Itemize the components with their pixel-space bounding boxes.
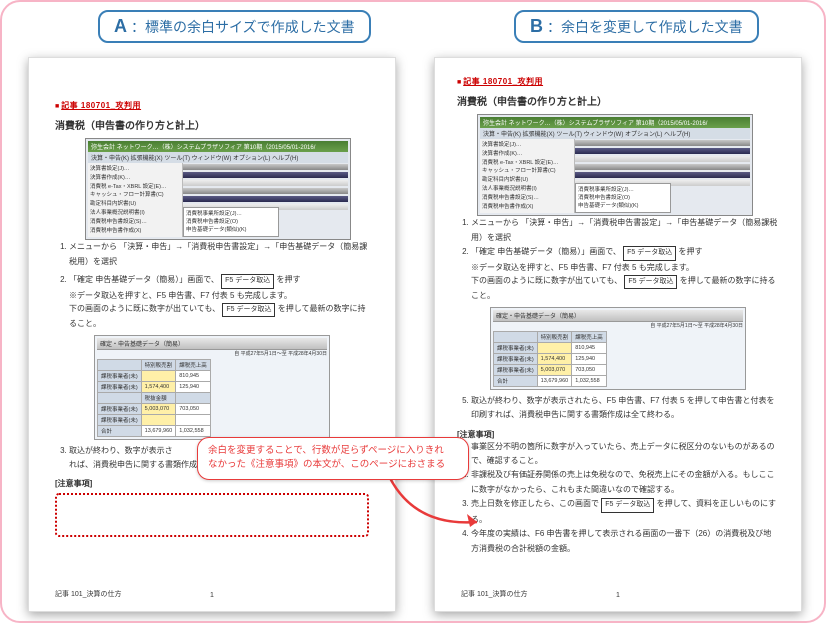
callout-line1: 余白を変更することで、行数が足らずページに入りきれ xyxy=(208,444,458,458)
footer-pagenum: 1 xyxy=(616,592,620,599)
menu-item: 消費税 e-Tax・XBRL 設定(E)… xyxy=(482,159,572,168)
app-submenu: 消費税事業所設定(J)… 消費税申告書設定(O) 申告基礎データ(類似)(K) xyxy=(575,183,671,214)
f5-key: F5 データ取込 xyxy=(623,246,676,261)
caution-4: 今年度の実績は、F6 申告書を押して表示される画面の一番下（26）の消費税及び地… xyxy=(471,527,779,556)
menu-item: キャッシュ・フロー計算書(C) xyxy=(90,191,180,200)
footer-left: 記事 101_決算の仕方 xyxy=(461,589,528,599)
label-b: B ：余白を変更して作成した文書 xyxy=(514,10,759,43)
menu-item: 消費税申告書設定(S)… xyxy=(90,218,180,227)
table-screenshot-b: 確定・申告基礎データ（簡易） 自 平成27年5月1日〜至 平成28年4月30日 … xyxy=(490,307,746,390)
step-5: 取込が終わり、数字が表示されたら、F5 申告書、F7 付表 5 を押して申告書と… xyxy=(471,394,779,423)
step-2: 「確定 申告基礎データ（簡易）」画面で、 F5 データ取込 を押す xyxy=(69,273,369,289)
footer-pagenum: 1 xyxy=(210,592,214,599)
note1: ※データ取込を押すと、F5 申告書、F7 付表 5 も完成します。 xyxy=(471,261,779,275)
f5-key: F5 データ取込 xyxy=(222,303,275,317)
app-right: 消費税事業所設定(J)… 消費税申告書設定(O) 申告基礎データ(類似)(K) xyxy=(183,163,348,237)
note2: 下の画面のように既に数字が出ていても、 F5 データ取込 を押して最新の数字に持… xyxy=(471,274,779,302)
step-1: メニューから 「決算・申告」→「消費税申告書設定」→「申告基礎データ（簡易課税用… xyxy=(69,240,369,269)
caution-empty-box xyxy=(55,493,369,537)
label-a: A ：標準の余白サイズで作成した文書 xyxy=(98,10,371,43)
app-right: 消費税事業所設定(J)… 消費税申告書設定(O) 申告基礎データ(類似)(K) xyxy=(575,139,750,213)
app-menu: 決算・申告(K) 拡張機能(X) ツール(T) ウィンドウ(W) オプション(L… xyxy=(480,128,750,139)
submenu-item: 消費税申告書設定(O) xyxy=(186,218,276,226)
menu-item: 決算書設定(J)… xyxy=(90,165,180,174)
menu-item: 法人事業概況説明書(I) xyxy=(482,185,572,194)
menu-item: 勘定科目内訳書(U) xyxy=(482,176,572,185)
submenu-item: 消費税事業所設定(J)… xyxy=(186,210,276,218)
menu-item: 法人事業概況説明書(I) xyxy=(90,209,180,218)
doc-title: 消費税（申告書の作り方と計上） xyxy=(457,93,779,108)
steps-a: メニューから 「決算・申告」→「消費税申告書設定」→「申告基礎データ（簡易課税用… xyxy=(55,240,369,269)
comparison-figure: A ：標準の余白サイズで作成した文書 B ：余白を変更して作成した文書 ■ 記事… xyxy=(0,0,826,623)
app-left-menu: 決算書設定(J)… 決算書作成(K)… 消費税 e-Tax・XBRL 設定(E)… xyxy=(480,139,575,213)
app-screenshot-a: 弥生会計 ネットワーク…（株）システムプラザソフィア 第10期（2015/05/… xyxy=(85,138,351,240)
caution-3: 売上日数を修正したら、この画面で F5 データ取込 を押して、資料を正しいものに… xyxy=(471,497,779,527)
menu-item: 決算書設定(J)… xyxy=(482,141,572,150)
menu-item: 消費税申告書作成(X) xyxy=(482,203,572,212)
table-screenshot-a: 確定・申告基礎データ（簡易） 自 平成27年5月1日〜至 平成28年4月30日 … xyxy=(94,335,330,440)
steps-b: メニューから 「決算・申告」→「消費税申告書設定」→「申告基礎データ（簡易課税用… xyxy=(457,216,779,260)
note1: ※データ取込を押すと、F5 申告書、F7 付表 5 も完成します。 xyxy=(69,289,369,303)
menu-item: 決算書作成(K)… xyxy=(90,174,180,183)
menu-item: 勘定科目内訳書(U) xyxy=(90,200,180,209)
mini-table: 特別販売割課税売上高 課税事業者(未)810,945 課税事業者(未)1,574… xyxy=(493,331,607,387)
menu-item: 消費税申告書作成(X) xyxy=(90,227,180,236)
doc-title: 消費税（申告書の作り方と計上） xyxy=(55,117,369,132)
step-2: 「確定 申告基礎データ（簡易）」画面で、 F5 データ取込 を押す xyxy=(471,245,779,261)
menu-item: 消費税申告書設定(S)… xyxy=(482,194,572,203)
page-a: ■ 記事 180701_攻判用 消費税（申告書の作り方と計上） 弥生会計 ネット… xyxy=(28,57,396,612)
f5-key: F5 データ取込 xyxy=(624,275,677,289)
app-left-menu: 決算書設定(J)… 決算書作成(K)… 消費税 e-Tax・XBRL 設定(E)… xyxy=(88,163,183,237)
callout-line2: なかった《注意事項》の本文が、このページにおさまる xyxy=(208,458,458,472)
app-menu: 決算・申告(K) 拡張機能(X) ツール(T) ウィンドウ(W) オプション(L… xyxy=(88,152,348,163)
caution-1: 事業区分不明の箇所に数字が入っていたら、売上データに税区分のないものがあるので、… xyxy=(471,440,779,469)
submenu-item: 申告基礎データ(類似)(K) xyxy=(578,202,668,210)
doc-header-redline: 記事 180701_攻判用 xyxy=(61,101,141,110)
step-1: メニューから 「決算・申告」→「消費税申告書設定」→「申告基礎データ（簡易課税用… xyxy=(471,216,779,245)
table-title: 確定・申告基礎データ（簡易） xyxy=(97,338,327,350)
label-a-letter: A xyxy=(114,16,127,37)
label-b-letter: B xyxy=(530,16,543,37)
submenu-item: 消費税事業所設定(J)… xyxy=(578,186,668,194)
menu-item: キャッシュ・フロー計算書(C) xyxy=(482,167,572,176)
note2: 下の画面のように既に数字が出ていても、 F5 データ取込 を押して最新の数字に持… xyxy=(69,302,369,330)
callout-box: 余白を変更することで、行数が足らずページに入りきれ なかった《注意事項》の本文が… xyxy=(197,437,469,480)
menu-item: 消費税 e-Tax・XBRL 設定(E)… xyxy=(90,183,180,192)
app-titlebar: 弥生会計 ネットワーク…（株）システムプラザソフィア 第10期（2015/05/… xyxy=(480,117,750,128)
mini-table: 特別販売割課税売上高 課税事業者(未)810,945 課税事業者(未)1,574… xyxy=(97,359,211,437)
doc-header-redline: 記事 180701_攻判用 xyxy=(463,77,543,86)
page-b: ■ 記事 180701_攻判用 消費税（申告書の作り方と計上） 弥生会計 ネット… xyxy=(434,57,802,612)
app-submenu: 消費税事業所設定(J)… 消費税申告書設定(O) 申告基礎データ(類似)(K) xyxy=(183,207,279,238)
caution-list: 事業区分不明の箇所に数字が入っていたら、売上データに税区分のないものがあるので、… xyxy=(457,440,779,556)
footer-left: 記事 101_決算の仕方 xyxy=(55,589,122,599)
label-b-text: ：余白を変更して作成した文書 xyxy=(547,17,743,37)
label-a-text: ：標準の余白サイズで作成した文書 xyxy=(131,17,355,37)
submenu-item: 申告基礎データ(類似)(K) xyxy=(186,226,276,234)
app-screenshot-b: 弥生会計 ネットワーク…（株）システムプラザソフィア 第10期（2015/05/… xyxy=(477,114,753,216)
caution-2: 非課税及び有価証券関係の売上は免税なので、免税売上にその金額が入る。もしここに数… xyxy=(471,468,779,497)
menu-item: 決算書作成(K)… xyxy=(482,150,572,159)
table-period: 自 平成27年5月1日〜至 平成28年4月30日 xyxy=(97,350,327,357)
table-period: 自 平成27年5月1日〜至 平成28年4月30日 xyxy=(493,322,743,329)
f5-key: F5 データ取込 xyxy=(221,274,274,289)
caution-title: [注意事項] xyxy=(457,429,779,440)
f5-key: F5 データ取込 xyxy=(601,498,654,513)
table-title: 確定・申告基礎データ（簡易） xyxy=(493,310,743,322)
app-titlebar: 弥生会計 ネットワーク…（株）システムプラザソフィア 第10期（2015/05/… xyxy=(88,141,348,152)
submenu-item: 消費税申告書設定(O) xyxy=(578,194,668,202)
